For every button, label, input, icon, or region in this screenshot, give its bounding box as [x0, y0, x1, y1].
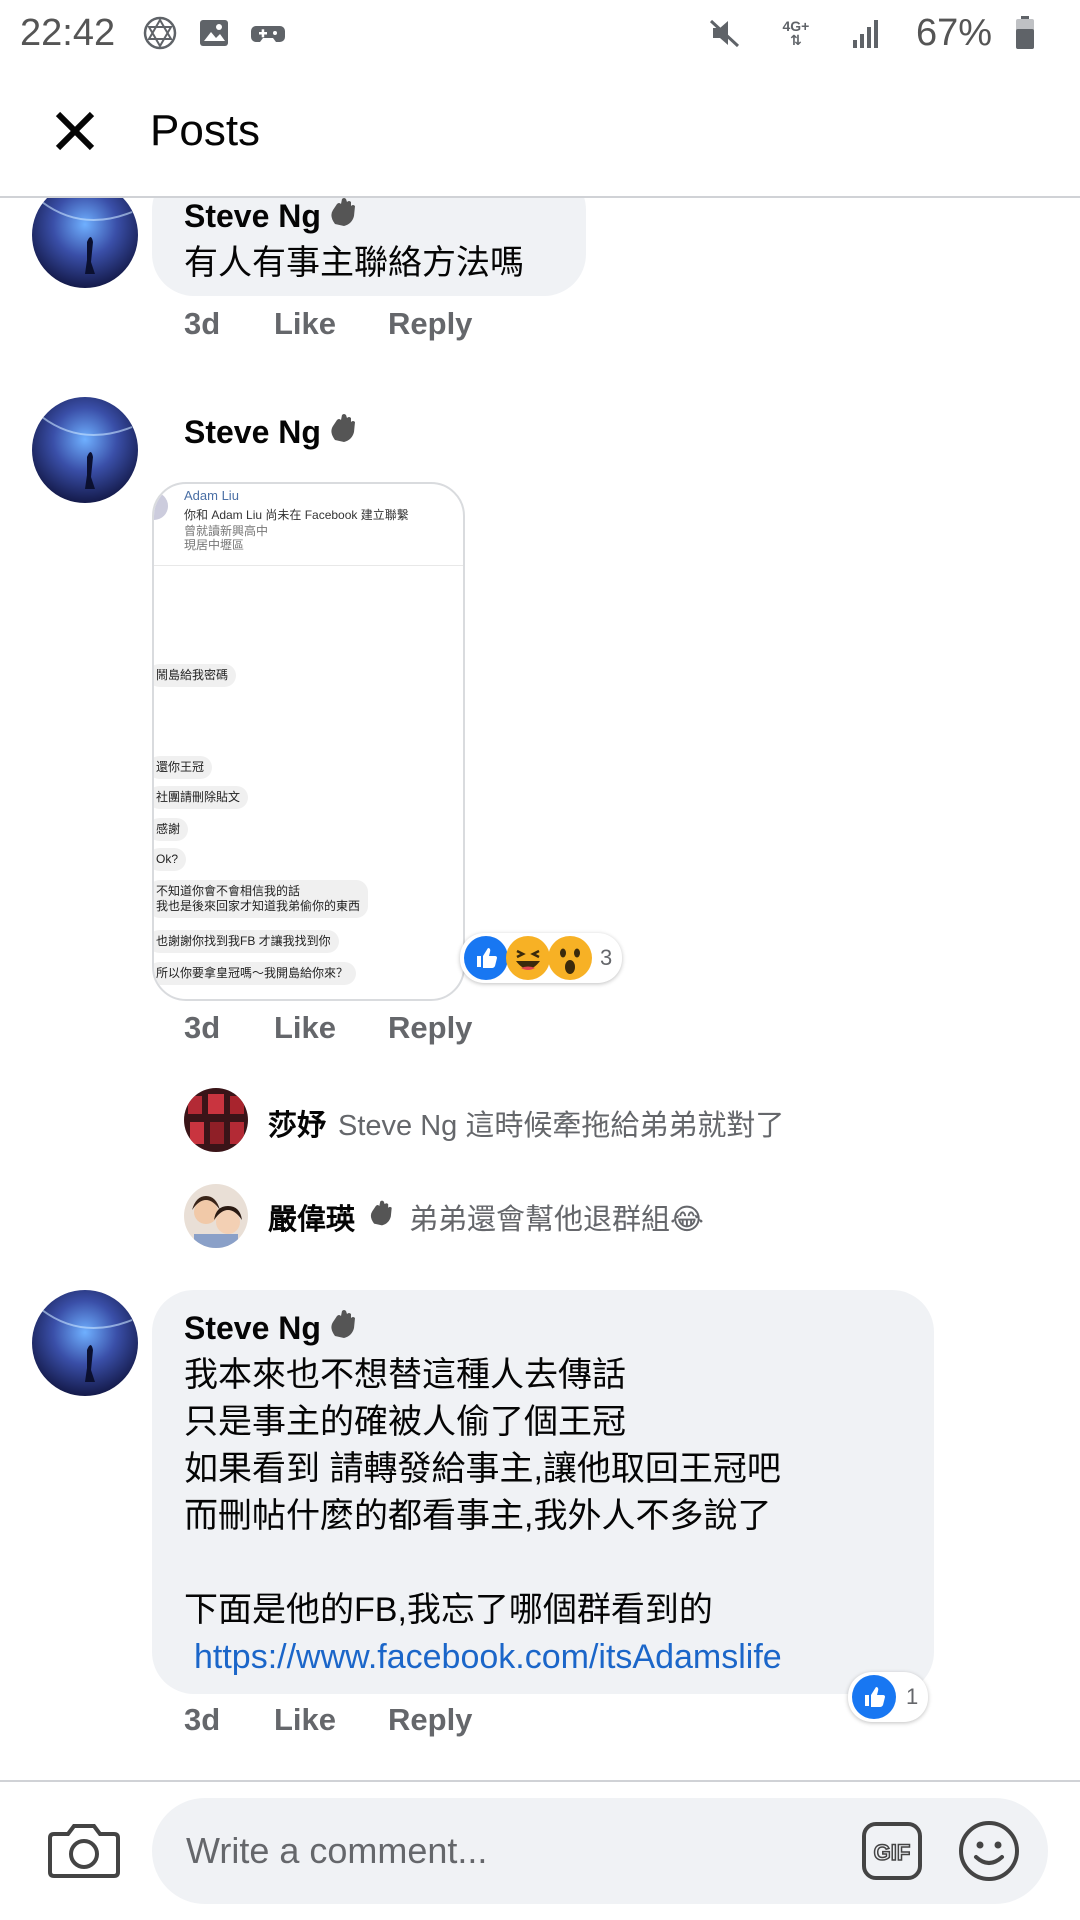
- comment-time: 3d: [184, 1010, 221, 1045]
- reply-link[interactable]: Reply: [388, 1010, 472, 1046]
- avatar[interactable]: [32, 1290, 138, 1396]
- reply-item[interactable]: 莎妤 Steve Ng 這時候牽拖給弟弟就對了: [268, 1102, 784, 1144]
- battery-percent: 67%: [915, 11, 992, 54]
- app-header: Posts: [0, 66, 1080, 198]
- reply-author[interactable]: 莎妤: [268, 1102, 326, 1144]
- image-avatar: [154, 492, 168, 520]
- image-profile-header: Adam Liu 你和 Adam Liu 尚未在 Facebook 建立聯繫 曾…: [154, 484, 463, 566]
- wave-badge-icon: [367, 1198, 397, 1236]
- reaction-count: 1: [906, 1684, 919, 1709]
- data-arrows-icon: ⇅: [790, 32, 802, 48]
- reply-avatar[interactable]: [184, 1184, 248, 1248]
- comment-composer: Write a comment... GIF: [0, 1780, 1080, 1920]
- comment-bubble[interactable]: Steve Ng 有人有事主聯絡方法嗎: [152, 198, 586, 296]
- avatar[interactable]: [32, 198, 138, 288]
- gif-icon: GIF: [862, 1822, 922, 1880]
- comment-link[interactable]: https://www.facebook.com/itsAdamslife: [194, 1638, 782, 1677]
- author-name[interactable]: Steve Ng: [184, 1310, 321, 1347]
- reply-author[interactable]: 嚴偉瑛: [268, 1196, 355, 1238]
- wow-reaction-icon: [548, 936, 592, 980]
- reaction-summary[interactable]: 3: [460, 933, 623, 983]
- close-button[interactable]: [0, 65, 150, 197]
- svg-text:GIF: GIF: [874, 1840, 911, 1865]
- author-name[interactable]: Steve Ng: [184, 198, 321, 235]
- status-time: 22:42: [20, 11, 116, 54]
- image-message: 所以你要拿皇冠嗎～我開島給你來？: [154, 962, 357, 985]
- reply-item[interactable]: 嚴偉瑛 弟弟還會幫他退群組😂: [268, 1196, 704, 1238]
- battery-icon: [1006, 14, 1044, 52]
- close-icon: [55, 111, 95, 151]
- gallery-icon: [195, 14, 233, 52]
- image-message: 感謝: [154, 818, 189, 841]
- comments-list[interactable]: Steve Ng 有人有事主聯絡方法嗎 3d Like Reply Steve …: [0, 198, 1080, 1780]
- like-reaction-icon: [852, 1675, 896, 1719]
- image-message: 鬧島給我密碼: [154, 664, 237, 687]
- like-link[interactable]: Like: [274, 306, 388, 342]
- image-info-line: 現居中壢區: [184, 538, 245, 552]
- image-info-line: 你和 Adam Liu 尚未在 Facebook 建立聯繫: [184, 508, 409, 522]
- like-link[interactable]: Like: [274, 1702, 388, 1738]
- image-message: 還你王冠: [154, 756, 213, 779]
- comment-author[interactable]: Steve Ng: [184, 1308, 361, 1348]
- comment-actions: 3d Like Reply: [184, 1702, 472, 1738]
- game-controller-icon: [249, 14, 287, 52]
- status-bar: 22:42 4G+ ⇅ 67%: [0, 0, 1080, 66]
- comment-input-placeholder: Write a comment...: [186, 1830, 488, 1871]
- wave-badge-icon: [327, 412, 361, 452]
- camera-button[interactable]: [48, 1818, 120, 1882]
- image-contact-name: Adam Liu: [184, 488, 239, 503]
- comment-actions: 3d Like Reply: [184, 306, 472, 342]
- smiley-icon: [959, 1821, 1019, 1881]
- reaction-summary[interactable]: 1: [848, 1672, 929, 1722]
- wave-badge-icon: [327, 1308, 361, 1348]
- image-message: 不知道你會不會相信我的話 我也是後來回家才知道我弟偷你的東西: [154, 880, 369, 918]
- comment-text: 有人有事主聯絡方法嗎: [184, 244, 524, 282]
- like-reaction-icon: [464, 936, 508, 980]
- reply-avatar[interactable]: [184, 1088, 248, 1152]
- comment-author[interactable]: Steve Ng: [184, 412, 361, 452]
- image-message: Ok?: [154, 848, 187, 871]
- camera-icon: [48, 1824, 120, 1878]
- avatar[interactable]: [32, 397, 138, 503]
- comment-actions: 3d Like Reply: [184, 1010, 472, 1046]
- network-type-label: 4G+: [782, 18, 810, 34]
- image-message: 也謝謝你找到我FB 才讓我找到你: [154, 930, 339, 953]
- comment-text: 我本來也不想替這種人去傳話 只是事主的確被人偷了個王冠 如果看到 請轉發給事主,…: [184, 1356, 781, 1629]
- gif-button[interactable]: GIF: [862, 1822, 922, 1880]
- reply-link[interactable]: Reply: [388, 1702, 472, 1738]
- network-type-icon: 4G+ ⇅: [774, 14, 818, 52]
- hexagram-icon: [141, 14, 179, 52]
- like-link[interactable]: Like: [274, 1010, 388, 1046]
- emoji-button[interactable]: [958, 1820, 1020, 1882]
- reply-link[interactable]: Reply: [388, 306, 472, 342]
- reaction-count: 3: [600, 945, 613, 970]
- mute-icon: [706, 14, 744, 52]
- comment-bubble[interactable]: Steve Ng 我本來也不想替這種人去傳話 只是事主的確被人偷了個王冠 如果看…: [152, 1290, 934, 1694]
- image-message: 社團請刪除貼文: [154, 786, 249, 809]
- comment-time: 3d: [184, 1702, 221, 1737]
- author-name[interactable]: Steve Ng: [184, 414, 321, 451]
- wave-badge-icon: [327, 198, 361, 236]
- comment-author[interactable]: Steve Ng: [184, 198, 361, 236]
- signal-icon: [848, 14, 886, 52]
- haha-reaction-icon: [506, 936, 550, 980]
- page-title: Posts: [150, 106, 261, 155]
- comment-image-attachment[interactable]: Adam Liu 你和 Adam Liu 尚未在 Facebook 建立聯繫 曾…: [152, 482, 465, 1001]
- reply-text: Steve Ng 這時候牽拖給弟弟就對了: [338, 1110, 785, 1142]
- comment-time: 3d: [184, 306, 221, 341]
- reply-text: 弟弟還會幫他退群組😂: [409, 1204, 704, 1236]
